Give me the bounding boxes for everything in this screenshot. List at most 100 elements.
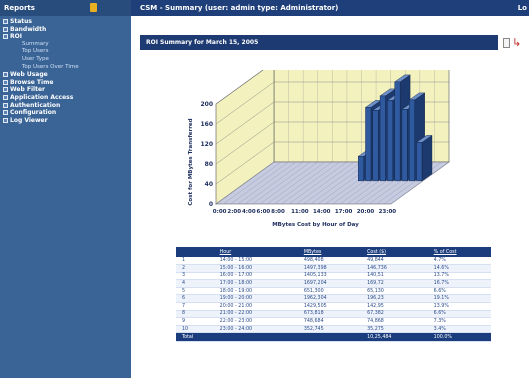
table-row: 10 23:00 - 24:00 352,745 35,275 3.4% <box>176 325 491 334</box>
table-cell: 6.6% <box>427 310 491 319</box>
table-cell: 3 <box>176 272 214 281</box>
table-cell: 17:00 - 18:00 <box>213 279 298 288</box>
table-cell: 100.0% <box>427 332 491 343</box>
chart-bar <box>416 142 423 182</box>
expand-icon[interactable] <box>3 34 8 40</box>
table-cell: 1697,204 <box>297 279 362 288</box>
print-icon[interactable] <box>503 38 510 48</box>
sidebar-item-label: Status <box>10 18 32 25</box>
sidebar-item-label: Web Filter <box>10 86 45 94</box>
sidebar-item-label: Bandwidth <box>10 25 47 33</box>
sidebar-item-web-usage[interactable]: Web Usage <box>0 71 131 79</box>
table-cell: 35,275 <box>361 325 428 334</box>
chart-bar <box>387 100 394 182</box>
table-cell: 13.9% <box>427 302 491 311</box>
sidebar-item-top-users-over-time[interactable]: Top Users Over Time <box>0 64 131 72</box>
expand-icon[interactable] <box>3 94 8 100</box>
chart-bar <box>357 156 364 182</box>
table-cell: 10 <box>176 325 214 334</box>
y-tick-label: 40 <box>205 181 213 188</box>
table-cell: 1962,304 <box>297 294 362 304</box>
table-cell: 1429,505 <box>297 302 362 311</box>
table-cell: 169,72 <box>361 279 428 288</box>
sidebar-item-log-viewer[interactable]: Log Viewer <box>0 117 131 125</box>
reports-icon[interactable] <box>90 3 97 12</box>
sidebar-item-label: Top Users <box>22 48 49 55</box>
table-cell: 7 <box>176 302 214 311</box>
y-tick-label: 120 <box>200 141 213 148</box>
sidebar-item-web-filter[interactable]: Web Filter <box>0 86 131 94</box>
expand-icon[interactable] <box>3 79 8 85</box>
page-title: CSM - Summary (user: admin type: Adminis… <box>140 4 339 12</box>
table-cell: 9 <box>176 317 214 326</box>
sidebar-item-authentication[interactable]: Authentication <box>0 102 131 110</box>
y-axis-label: Cost for MBytes Transferred <box>188 118 194 205</box>
x-tick-label: 14:00 <box>313 209 331 215</box>
sidebar-item-label: Log Viewer <box>10 116 48 124</box>
table-header-mbytes[interactable]: MBytes <box>297 247 362 257</box>
y-tick-label: 200 <box>200 101 213 108</box>
table-cell: 4 <box>176 279 214 288</box>
sidebar-item-top-users[interactable]: Top Users <box>0 48 131 56</box>
table-total-row: Total 10,25,484 100.0% <box>176 332 491 343</box>
logout-link[interactable]: Lo <box>518 4 527 12</box>
table-cell: 6.6% <box>427 287 491 296</box>
sidebar-item-label: Application Access <box>10 93 74 101</box>
expand-icon[interactable] <box>3 117 8 123</box>
chart-bar <box>394 81 401 182</box>
chart-bar <box>409 99 415 182</box>
table-cell: 498,408 <box>297 257 362 266</box>
table-cell: 1405,133 <box>297 272 362 281</box>
y-tick-label: 0 <box>209 201 213 208</box>
table-cell: 19.1% <box>427 294 491 304</box>
expand-icon[interactable] <box>3 102 8 108</box>
chart-bar-side <box>421 135 433 182</box>
sidebar-item-application-access[interactable]: Application Access <box>0 94 131 102</box>
sidebar-item-label: Web Usage <box>10 71 48 79</box>
export-pdf-icon[interactable]: ↳ <box>512 36 524 49</box>
sidebar-item-bandwidth[interactable]: Bandwidth <box>0 26 131 34</box>
sidebar-nav: Status Bandwidth ROI Summary Top Users User T… <box>0 16 131 124</box>
x-tick-label: 17:00 <box>335 209 353 215</box>
table-cell: 16:00 - 17:00 <box>213 272 298 281</box>
table-header--of-cost[interactable]: % of Cost <box>427 247 491 257</box>
report-header: ROI Summary for March 15, 2005 <box>140 35 498 50</box>
y-tick-label: 160 <box>200 121 213 128</box>
table-row: 9 22:00 - 23:00 748,684 74,868 7.3% <box>176 317 491 326</box>
table-body: 1 14:00 - 15:00 498,408 49,844 4.7% 2 15:00 - … <box>176 257 491 343</box>
table-cell: 7.3% <box>427 317 491 326</box>
table-cell: 673,818 <box>297 310 362 319</box>
table-cell: 6 <box>176 294 214 304</box>
chart-bar <box>365 107 372 182</box>
table-cell: 14:00 - 15:00 <box>213 257 298 266</box>
sidebar-item-user-type[interactable]: User Type <box>0 56 131 64</box>
sidebar-item-browse-time[interactable]: Browse Time <box>0 79 131 87</box>
expand-icon[interactable] <box>3 26 8 32</box>
table-cell: 74,868 <box>361 317 428 326</box>
sidebar-item-status[interactable]: Status <box>0 18 131 26</box>
expand-icon[interactable] <box>3 72 8 78</box>
table-cell: 651,300 <box>297 287 362 296</box>
table-cell <box>213 332 298 343</box>
table-cell: 49,844 <box>361 257 428 266</box>
chart-bar <box>401 109 408 182</box>
expand-icon[interactable] <box>3 110 8 116</box>
table-cell: 20:00 - 21:00 <box>213 302 298 311</box>
table-cell: 10,25,484 <box>361 332 428 343</box>
sidebar-item-configuration[interactable]: Configuration <box>0 109 131 117</box>
table-cell: 65,130 <box>361 287 428 296</box>
table-header-index <box>176 247 214 257</box>
sidebar-title: Reports <box>4 4 35 12</box>
table-header-cost[interactable]: Cost ($) <box>361 247 428 257</box>
table-row: 7 20:00 - 21:00 1429,505 142,95 13.9% <box>176 302 491 311</box>
table-cell: 22:00 - 23:00 <box>213 317 298 326</box>
table-cell: 19:00 - 20:00 <box>213 294 298 304</box>
x-tick-label: 0:00 <box>213 209 227 215</box>
sidebar-item-roi[interactable]: ROI <box>0 33 131 41</box>
expand-icon[interactable] <box>3 19 8 24</box>
sidebar-item-summary[interactable]: Summary <box>0 41 131 49</box>
expand-icon[interactable] <box>3 87 8 93</box>
y-tick-label: 80 <box>205 161 213 168</box>
x-tick-label: 4:00 <box>242 209 256 215</box>
table-header-hour[interactable]: Hour <box>213 247 298 257</box>
